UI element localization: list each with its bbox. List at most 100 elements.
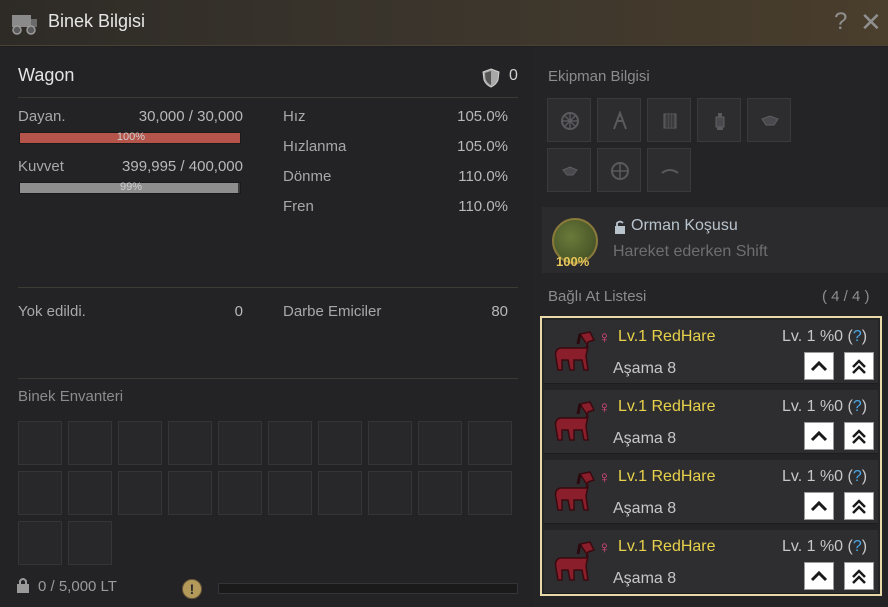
destroyed-label: Yok edildi. bbox=[18, 303, 86, 320]
wagon-name: Wagon bbox=[18, 65, 75, 85]
close-button[interactable]: ✕ bbox=[860, 7, 882, 38]
level-help-icon[interactable]: ? bbox=[853, 398, 862, 415]
equipment-slot-flag[interactable] bbox=[597, 98, 641, 142]
equipment-slot-lantern[interactable] bbox=[697, 98, 741, 142]
horse-row[interactable]: ♀ Lv.1 RedHare Lv. 1 %0 (?) Aşama 8 bbox=[544, 460, 878, 524]
wagon-icon bbox=[12, 15, 37, 35]
brake-value: 110.0% bbox=[458, 198, 508, 215]
brake-label: Fren bbox=[283, 198, 314, 215]
level-help-icon[interactable]: ? bbox=[853, 328, 862, 345]
equipment-slot-armor[interactable] bbox=[647, 98, 691, 142]
level-help-icon[interactable]: ? bbox=[853, 538, 862, 555]
absorbers-label: Darbe Emiciler bbox=[283, 303, 382, 320]
power-value: 399,995 / 400,000 bbox=[122, 158, 243, 175]
turning-value: 110.0% bbox=[458, 168, 508, 185]
horse-stage: Aşama 8 bbox=[613, 360, 677, 377]
promote-button[interactable] bbox=[804, 562, 834, 590]
horse-row[interactable]: ♀ Lv.1 RedHare Lv. 1 %0 (?) Aşama 8 bbox=[544, 530, 878, 594]
promote-button[interactable] bbox=[804, 492, 834, 520]
inventory-slot[interactable] bbox=[18, 471, 62, 515]
inventory-slot[interactable] bbox=[418, 471, 462, 515]
horse-name: Lv.1 RedHare bbox=[618, 538, 716, 555]
horse-level-text: Lv. 1 %0 ( bbox=[782, 538, 853, 555]
wheel-icon bbox=[611, 162, 629, 180]
double-chevron-up-icon bbox=[852, 569, 866, 584]
inventory-slot[interactable] bbox=[68, 521, 112, 565]
shield-value: 0 bbox=[509, 67, 518, 84]
inventory-slot[interactable] bbox=[168, 471, 212, 515]
durability-value: 30,000 / 30,000 bbox=[138, 108, 243, 125]
inventory-slot[interactable] bbox=[268, 421, 312, 465]
acceleration-label: Hızlanma bbox=[283, 138, 347, 155]
warning-icon[interactable]: ! bbox=[182, 579, 202, 599]
double-chevron-up-icon bbox=[852, 359, 866, 374]
horse-list-title: Bağlı At Listesi bbox=[548, 288, 647, 305]
inventory-title: Binek Envanteri bbox=[18, 388, 124, 405]
inventory-slot[interactable] bbox=[418, 421, 462, 465]
promote-max-button[interactable] bbox=[844, 422, 874, 450]
equipment-slot-emblem[interactable] bbox=[747, 98, 791, 142]
horse-level-paren: ) bbox=[861, 538, 868, 555]
equipment-slot-ornament[interactable] bbox=[547, 148, 591, 192]
inventory-slot[interactable] bbox=[468, 471, 512, 515]
equipment-slot-wheel-2[interactable] bbox=[597, 148, 641, 192]
horse-row[interactable]: ♀ Lv.1 RedHare Lv. 1 %0 (?) Aşama 8 bbox=[544, 390, 878, 454]
horse-name: Lv.1 RedHare bbox=[618, 468, 716, 485]
inventory-slot[interactable] bbox=[268, 471, 312, 515]
promote-max-button[interactable] bbox=[844, 492, 874, 520]
divider bbox=[18, 97, 518, 98]
level-help-icon[interactable]: ? bbox=[853, 468, 862, 485]
equipment-slot-banner[interactable] bbox=[647, 148, 691, 192]
weight-bar bbox=[218, 583, 518, 594]
durability-percent: 100% bbox=[116, 131, 146, 143]
promote-max-button[interactable] bbox=[844, 562, 874, 590]
shield-icon bbox=[482, 68, 500, 88]
help-button[interactable]: ? bbox=[834, 8, 847, 36]
lock-icon bbox=[17, 578, 29, 593]
horse-stage: Aşama 8 bbox=[613, 570, 677, 587]
horse-portrait bbox=[554, 401, 596, 441]
horse-level-text: Lv. 1 %0 ( bbox=[782, 328, 853, 345]
horse-level: Lv. 1 %0 (?) bbox=[782, 328, 867, 346]
inventory-slot[interactable] bbox=[118, 471, 162, 515]
chevron-up-icon bbox=[810, 570, 828, 582]
double-chevron-up-icon bbox=[852, 429, 866, 444]
ornament-icon bbox=[562, 166, 578, 176]
horse-portrait bbox=[554, 471, 596, 511]
inventory-slot[interactable] bbox=[68, 471, 112, 515]
promote-button[interactable] bbox=[804, 352, 834, 380]
female-icon: ♀ bbox=[598, 468, 611, 487]
inventory-slot[interactable] bbox=[118, 421, 162, 465]
skill-name: Orman Koşusu bbox=[631, 217, 738, 234]
inventory-slot[interactable] bbox=[168, 421, 212, 465]
inventory-weight: 0 / 5,000 LT bbox=[38, 578, 117, 595]
horse-level-paren: ) bbox=[861, 398, 868, 415]
inventory-slot[interactable] bbox=[218, 421, 262, 465]
horse-stage: Aşama 8 bbox=[613, 430, 677, 447]
inventory-slot[interactable] bbox=[18, 521, 62, 565]
inventory-slot[interactable] bbox=[368, 421, 412, 465]
chevron-up-icon bbox=[810, 500, 828, 512]
banner-icon bbox=[661, 169, 679, 174]
inventory-slot[interactable] bbox=[18, 421, 62, 465]
inventory-slot[interactable] bbox=[218, 471, 262, 515]
horse-row[interactable]: ♀ Lv.1 RedHare Lv. 1 %0 (?) Aşama 8 bbox=[544, 320, 878, 384]
inventory-slot[interactable] bbox=[468, 421, 512, 465]
equipment-slot-wheel[interactable] bbox=[547, 98, 591, 142]
inventory-slot[interactable] bbox=[368, 471, 412, 515]
horse-list-count: ( 4 / 4 ) bbox=[822, 288, 870, 305]
inventory-slot[interactable] bbox=[318, 421, 362, 465]
inventory-slot[interactable] bbox=[318, 471, 362, 515]
lantern-icon bbox=[715, 113, 725, 130]
inventory-slot[interactable] bbox=[68, 421, 112, 465]
horse-list: ♀ Lv.1 RedHare Lv. 1 %0 (?) Aşama 8 ♀ Lv… bbox=[540, 316, 882, 596]
promote-max-button[interactable] bbox=[844, 352, 874, 380]
power-percent: 99% bbox=[119, 181, 143, 193]
durability-label: Dayan. bbox=[18, 108, 66, 125]
horse-level: Lv. 1 %0 (?) bbox=[782, 538, 867, 556]
equipment-title: Ekipman Bilgisi bbox=[548, 68, 650, 85]
power-label: Kuvvet bbox=[18, 158, 64, 175]
promote-button[interactable] bbox=[804, 422, 834, 450]
speed-label: Hız bbox=[283, 108, 306, 125]
horse-level-text: Lv. 1 %0 ( bbox=[782, 398, 853, 415]
